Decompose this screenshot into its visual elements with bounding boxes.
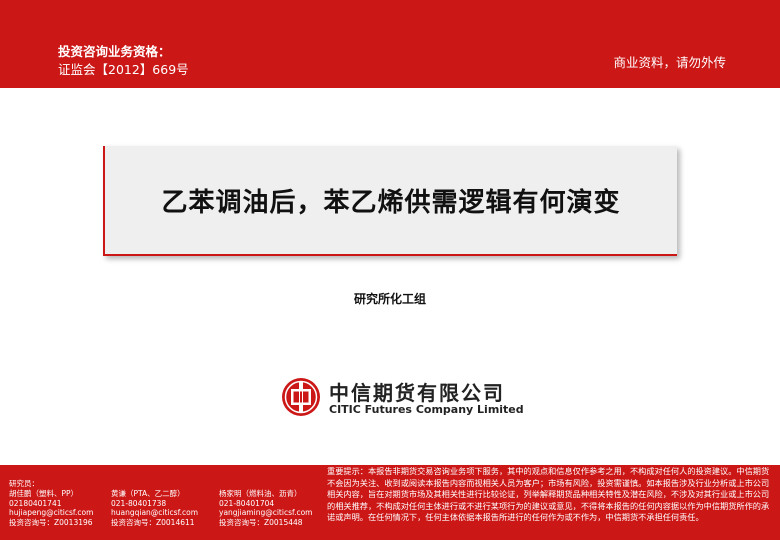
analyst-license: 投资咨询号：Z0015448 [219, 517, 303, 527]
title-box: 乙苯调油后，苯乙烯供需逻辑有何演变 [103, 146, 677, 256]
analyst-email: hujiapeng@citicsf.com [9, 508, 94, 517]
report-title: 乙苯调油后，苯乙烯供需逻辑有何演变 [161, 187, 621, 218]
disclaimer-text: 重要提示：本报告非期货交易咨询业务项下服务，其中的观点和信息仅作参考之用，不构成… [327, 466, 770, 523]
research-group: 研究所化工组 [353, 292, 426, 306]
analyst-email: yangjiaming@citicsf.com [219, 508, 313, 517]
researchers-label: 研究员： [9, 479, 39, 488]
company-name-en: CITIC Futures Company Limited [329, 403, 524, 416]
analyst-phone: 02180401741 [9, 498, 62, 508]
analyst-name: 杨家明（燃料油、沥青） [219, 489, 302, 498]
qualification-title: 投资咨询业务资格： [58, 44, 171, 59]
analyst-name: 黄谦（PTA、乙二醇） [111, 489, 185, 498]
analyst-license: 投资咨询号：Z0013196 [9, 517, 93, 527]
analyst-phone: 021-80401704 [219, 498, 275, 508]
analyst-email: huangqian@citicsf.com [111, 508, 199, 517]
analyst-license: 投资咨询号：Z0014611 [111, 517, 195, 527]
company-logo: 中信期货有限公司 CITIC Futures Company Limited [279, 375, 524, 425]
analyst-name: 胡佳鹏（塑料、PP） [9, 489, 79, 498]
citic-logo-icon [282, 378, 320, 416]
analyst-card: 杨家明（燃料油、沥青） 021-80401704 yangjiaming@cit… [219, 489, 312, 527]
qualification-number: 证监会【2012】669号 [58, 62, 189, 77]
analyst-card: 胡佳鹏（塑料、PP） 02180401741 hujiapeng@citicsf… [9, 489, 93, 527]
analyst-phone: 021-80401738 [111, 498, 167, 508]
confidential-notice: 商业资料，请勿外传 [613, 55, 726, 70]
analyst-card: 黄谦（PTA、乙二醇） 021-80401738 huangqian@citic… [111, 489, 198, 527]
company-name-cn: 中信期货有限公司 [329, 381, 505, 405]
